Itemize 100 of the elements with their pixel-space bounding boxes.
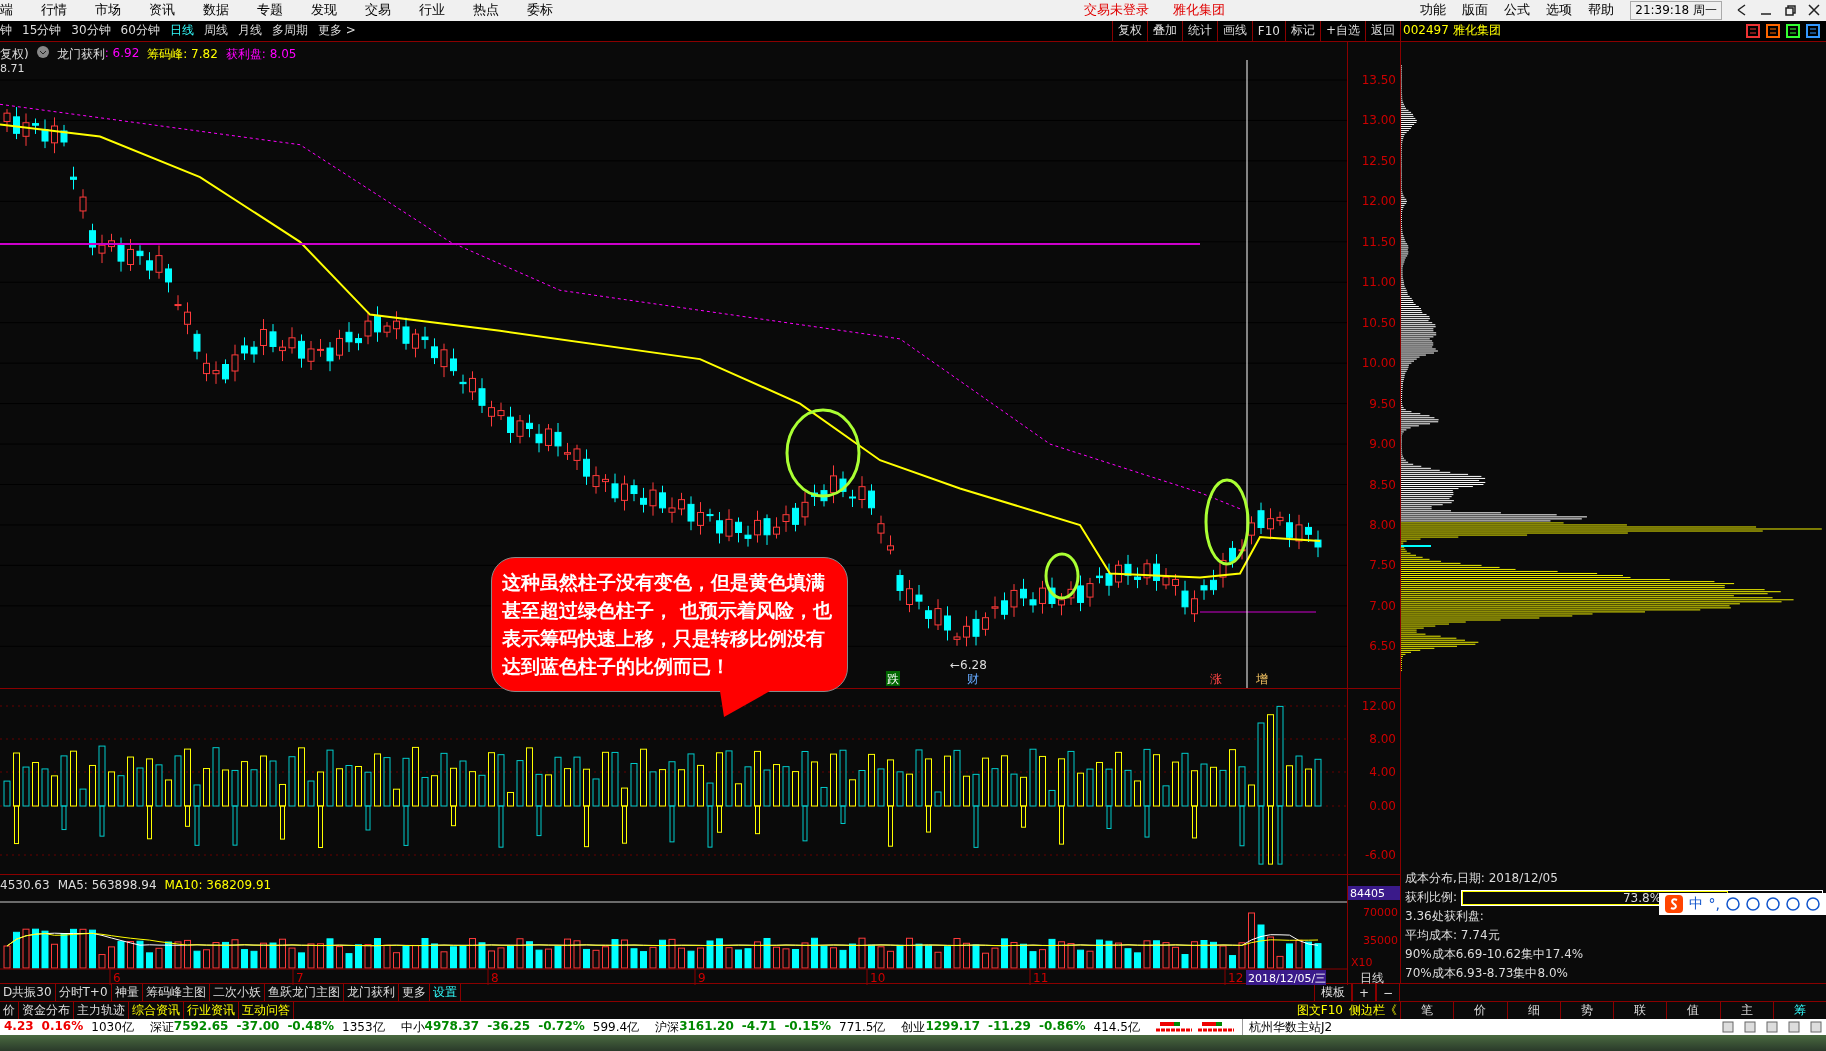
menu-item[interactable]: 资讯	[135, 1, 189, 20]
index-amount: 1030亿	[91, 1018, 134, 1036]
restore-icon[interactable]	[1782, 3, 1798, 18]
menu-item[interactable]: 行情	[27, 1, 81, 20]
index-percent: 0.16%	[41, 1018, 84, 1035]
price-label: 8.71	[0, 62, 25, 75]
menu-item[interactable]: 数据	[189, 1, 243, 20]
index-name: 深证	[149, 1018, 174, 1036]
toolbar-button[interactable]: 统计	[1181, 21, 1217, 41]
bars-icon[interactable]	[1746, 24, 1760, 38]
index-value: 4978.37	[424, 1018, 480, 1035]
index-percent: -0.72%	[538, 1018, 585, 1035]
index-value: 4.23	[4, 1018, 34, 1035]
menu-item[interactable]: 专题	[243, 1, 297, 20]
menu-item[interactable]: 版面	[1454, 1, 1497, 20]
price-axis-label: 11.00	[1361, 275, 1396, 290]
period-tab[interactable]: 月线	[232, 22, 267, 40]
legend-text: 龙门获利	[56, 46, 105, 63]
template-button[interactable]: 模板	[1313, 984, 1352, 1001]
scale-label: X10	[1351, 956, 1373, 969]
toolbar-button[interactable]: 叠加	[1146, 21, 1182, 41]
toolbar-button[interactable]: 标记	[1284, 21, 1320, 41]
indicator-tab[interactable]: 龙门获利	[343, 984, 399, 1001]
menu-item[interactable]: 热点	[459, 1, 513, 20]
side-link[interactable]: 图文F10	[1293, 1002, 1346, 1019]
period-tab[interactable]: 60分钟	[115, 22, 165, 40]
indicator-tab[interactable]: 更多	[398, 984, 430, 1001]
period-label: 日线	[1360, 971, 1384, 985]
period-tab[interactable]: 15分钟	[17, 22, 67, 40]
signal-marker: 涨	[1209, 671, 1223, 686]
dropdown-icon[interactable]	[36, 46, 49, 58]
close-icon[interactable]	[1806, 3, 1822, 18]
template-button[interactable]: +	[1351, 984, 1376, 1001]
price-axis-label: 10.00	[1361, 356, 1396, 371]
menu-item[interactable]: 委标	[513, 1, 567, 20]
date-axis-label: 11	[1029, 968, 1049, 985]
grid-icon[interactable]	[1806, 897, 1820, 911]
price-axis-label: 8.50	[1369, 477, 1396, 492]
cost-info-text: 3.36处获利盘:	[1405, 908, 1485, 925]
profit-ratio-label: 获利比例:	[1405, 889, 1458, 906]
index-value: 7592.65	[173, 1018, 229, 1035]
menu-item[interactable]: 公式	[1496, 1, 1539, 20]
date-axis-label: 6	[109, 968, 121, 985]
price-axis-label: 7.50	[1369, 558, 1396, 573]
indicator-tab[interactable]: 神量	[111, 984, 143, 1001]
price-axis-label: 11.50	[1361, 234, 1396, 249]
current-volume-label: 84405	[1348, 886, 1400, 900]
indicator-tab[interactable]: 筹码峰主图	[142, 984, 210, 1001]
indicator-tab[interactable]: 鱼跃龙门主图	[264, 984, 344, 1001]
index-name: 中小	[400, 1018, 425, 1036]
ime-toolbar[interactable]: 中 °,	[1658, 893, 1826, 915]
index-change: -37.00	[236, 1018, 280, 1035]
ime-logo-icon[interactable]	[1664, 895, 1683, 913]
period-tab[interactable]: 日线	[164, 22, 199, 40]
toolbar-button[interactable]: 画线	[1216, 21, 1252, 41]
menu-item[interactable]: 选项	[1538, 1, 1581, 20]
template-button[interactable]: −	[1375, 984, 1400, 1001]
signal-marker: 财	[966, 671, 980, 686]
toolbar-button[interactable]: 返回	[1365, 21, 1400, 41]
toolbar-button[interactable]: F10	[1251, 21, 1285, 41]
price-axis-label: 12.50	[1361, 153, 1396, 168]
toolbar-button[interactable]: +自选	[1319, 21, 1365, 41]
price-axis-label: 7.00	[1369, 598, 1396, 613]
period-tab[interactable]: 30分钟	[66, 22, 116, 40]
indicator-axis-label: 4.00	[1369, 765, 1396, 779]
legend-text: 筹码峰: 7.82	[147, 46, 218, 63]
menu-item[interactable]: 帮助	[1580, 1, 1623, 20]
price-axis-label: 6.50	[1369, 639, 1396, 654]
index-percent: -0.48%	[287, 1018, 334, 1035]
menu-item[interactable]: 端	[0, 1, 27, 20]
legend-text: 复权)	[0, 46, 29, 63]
menu-item[interactable]: 交易	[351, 1, 405, 20]
period-tab[interactable]: 钟	[0, 22, 17, 40]
legend-text: : 6.92	[104, 46, 140, 62]
indicator-tab[interactable]: 分时T+0	[55, 984, 112, 1001]
period-tab[interactable]: 更多 >	[312, 22, 361, 40]
indicator-axis-label: 12.00	[1361, 699, 1396, 713]
callout-text: 这种虽然柱子没有变色，但是黄色填满甚至超过绿色柱子， 也预示着风险，也表示筹码快速上移，只是转移比例没有达到蓝色柱子的比例而已！	[491, 557, 848, 692]
menu-item[interactable]: 功能	[1412, 1, 1455, 20]
indicator-tab[interactable]: D共振30	[0, 984, 56, 1001]
period-tab[interactable]: 多周期	[266, 22, 313, 40]
menu-item[interactable]: 市场	[81, 1, 135, 20]
indicator-tab[interactable]: 设置	[429, 984, 461, 1001]
menu-item[interactable]: 行业	[405, 1, 459, 20]
side-link[interactable]: 侧边栏《	[1346, 1002, 1400, 1019]
period-tab[interactable]: 周线	[198, 22, 233, 40]
cursor-date-label: 2018/12/05/三	[1246, 970, 1327, 985]
index-change: -11.29	[988, 1018, 1031, 1035]
volume-legend-text: 4530.63	[0, 878, 50, 892]
low-price-label: ←6.28	[950, 658, 987, 672]
grid-icon[interactable]	[1806, 24, 1820, 38]
toolbar-button[interactable]: 复权	[1111, 21, 1147, 41]
price-axis-label: 12.00	[1361, 194, 1396, 209]
indicator-axis-label: 8.00	[1369, 732, 1396, 746]
indicator-axis-label: 0.00	[1369, 799, 1396, 813]
legend-text: 获利盘: 8.05	[225, 46, 297, 63]
indicator-tab[interactable]: 二次小妖	[209, 984, 265, 1001]
menu-item[interactable]: 发现	[297, 1, 351, 20]
index-name: 沪深	[655, 1018, 680, 1036]
volume-legend-text: MA10: 368209.91	[164, 878, 272, 892]
